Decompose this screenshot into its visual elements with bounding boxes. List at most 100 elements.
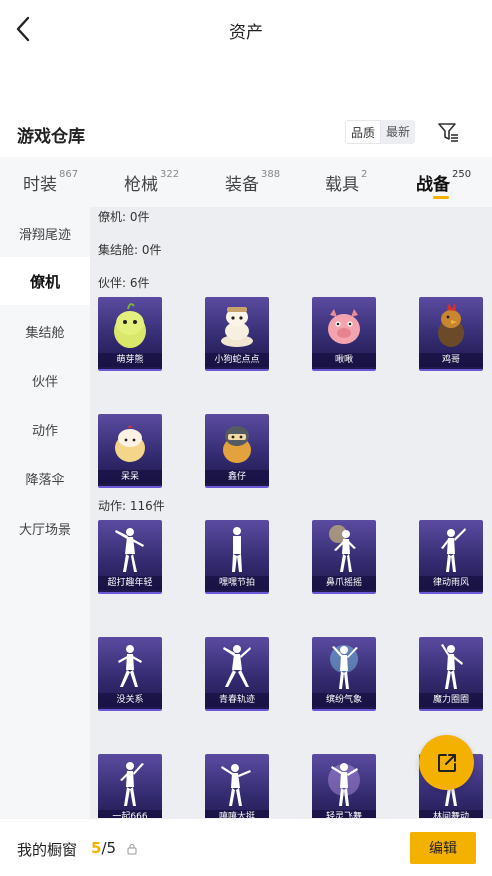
- sidebar-item-capsule[interactable]: 集结舱: [0, 307, 90, 355]
- tab-label: 装备: [225, 175, 259, 195]
- emote-card[interactable]: 嘿嘿节拍: [205, 520, 269, 594]
- emote-card[interactable]: 青春轨迹: [205, 637, 269, 711]
- tab-equipment[interactable]: 装备 388: [225, 157, 280, 207]
- card-name: 嘿嘿节拍: [205, 576, 269, 590]
- category-tabs: 时装 867 枪械 322 装备 388 载具 2 战备 250: [0, 157, 492, 207]
- filter-icon: [438, 123, 458, 142]
- emote-dance-art: [441, 528, 466, 572]
- partner-card[interactable]: 萌芽熊: [98, 297, 162, 371]
- item-grid-panel: 僚机: 0件 集结舱: 0件 伙伴: 6件 萌芽熊 小狗蛇点点 啾啾 鸡哥 呆呆…: [90, 207, 492, 818]
- card-name: 一起666: [98, 810, 162, 818]
- card-name: 青春轨迹: [205, 693, 269, 707]
- emote-card[interactable]: 缤纷气象: [312, 637, 376, 711]
- partner-card[interactable]: 小狗蛇点点: [205, 297, 269, 371]
- edit-button[interactable]: 编辑: [410, 832, 476, 864]
- showcase-label: 我的橱窗: [17, 841, 78, 859]
- card-name: 鑫仔: [205, 470, 269, 484]
- partner-chicken-art: [438, 303, 464, 347]
- tab-count: 2: [361, 169, 368, 180]
- lock-icon: [127, 844, 137, 855]
- card-name: 超打趣年轻: [98, 576, 162, 590]
- card-name: 啾啾: [312, 353, 376, 367]
- partner-card[interactable]: 鑫仔: [205, 414, 269, 488]
- card-name: 轻灵飞舞: [312, 810, 376, 818]
- card-name: 缤纷气象: [312, 693, 376, 707]
- tab-label: 枪械: [124, 175, 158, 195]
- sidebar-item-label: 滑翔尾迹: [18, 227, 71, 243]
- share-fab[interactable]: [419, 735, 474, 790]
- sidebar-item-label: 大厅场景: [18, 522, 71, 538]
- partner-knight-art: [223, 426, 251, 463]
- card-name: 嘻嘻大挺: [205, 810, 269, 818]
- partner-bear-art: [114, 303, 146, 348]
- sort-latest-option[interactable]: 最新: [381, 120, 416, 144]
- sidebar-item-label: 伙伴: [31, 374, 58, 390]
- tab-count: 388: [261, 169, 281, 180]
- partner-card[interactable]: 呆呆: [98, 414, 162, 488]
- sidebar-item-parachute[interactable]: 降落伞: [0, 454, 90, 502]
- tab-label: 战备: [416, 175, 450, 195]
- sidebar-item-emote[interactable]: 动作: [0, 405, 90, 453]
- emote-card[interactable]: 没关系: [98, 637, 162, 711]
- section-header: 游戏仓库 品质 最新: [0, 110, 492, 154]
- bottom-bar: 我的橱窗 5/5 编辑: [0, 818, 492, 876]
- group-label-emote: 动作: 116件: [98, 499, 165, 513]
- emote-card[interactable]: 鼻爪摇摇: [312, 520, 376, 594]
- partner-card[interactable]: 啾啾: [312, 297, 376, 371]
- showcase-current: 5: [91, 839, 102, 857]
- partner-card[interactable]: 鸡哥: [419, 297, 483, 371]
- tab-firearms[interactable]: 枪械 322: [124, 157, 179, 207]
- tab-fashion[interactable]: 时装 867: [23, 157, 78, 207]
- tab-label: 时装: [23, 175, 57, 195]
- showcase-count: 5/5: [91, 839, 116, 857]
- emote-dance-art: [223, 645, 251, 687]
- sidebar-item-glide-trail[interactable]: 滑翔尾迹: [0, 209, 90, 257]
- emote-dance-art: [441, 644, 463, 689]
- emote-card[interactable]: 超打趣年轻: [98, 520, 162, 594]
- card-name: 小狗蛇点点: [205, 353, 269, 367]
- tab-combat-gear[interactable]: 战备 250: [416, 157, 471, 207]
- showcase-total: /5: [101, 839, 117, 857]
- emote-card[interactable]: 一起666: [98, 754, 162, 818]
- emote-dance-art: [328, 763, 360, 806]
- active-tab-indicator: [433, 196, 449, 199]
- tab-count: 322: [160, 169, 180, 180]
- sidebar-item-label: 降落伞: [25, 472, 65, 488]
- tab-vehicles[interactable]: 载具 2: [325, 157, 367, 207]
- tab-label: 载具: [325, 175, 359, 195]
- top-bar: 资产: [0, 0, 492, 60]
- emote-dance-art: [120, 762, 144, 806]
- sort-quality-option[interactable]: 品质: [345, 120, 382, 144]
- partner-chick-art: [115, 425, 145, 462]
- sidebar: 滑翔尾迹 僚机 集结舱 伙伴 动作 降落伞 大厅场景: [0, 207, 90, 818]
- card-name: 林间舞动: [419, 810, 483, 818]
- emote-dance-art: [232, 527, 242, 572]
- emote-dance-art: [115, 528, 144, 572]
- sidebar-item-partner[interactable]: 伙伴: [0, 356, 90, 404]
- emote-card[interactable]: 魔力圈圈: [419, 637, 483, 711]
- page-title: 资产: [229, 23, 263, 43]
- sidebar-item-label: 僚机: [29, 272, 60, 291]
- emote-dance-art: [118, 645, 142, 687]
- sidebar-item-label: 动作: [31, 423, 58, 439]
- tab-count: 867: [59, 169, 79, 180]
- sort-toggle: 品质 最新: [345, 120, 416, 144]
- sidebar-item-lobby-scene[interactable]: 大厅场景: [0, 504, 90, 552]
- group-label-wingman: 僚机: 0件: [98, 210, 150, 224]
- group-label-capsule: 集结舱: 0件: [98, 243, 162, 257]
- emote-card[interactable]: 轻灵飞舞: [312, 754, 376, 818]
- card-name: 没关系: [98, 693, 162, 707]
- card-name: 鸡哥: [419, 353, 483, 367]
- card-name: 律动雨风: [419, 576, 483, 590]
- card-name: 鼻爪摇摇: [312, 576, 376, 590]
- group-label-partner: 伙伴: 6件: [98, 276, 150, 290]
- partner-snake-art: [221, 307, 253, 347]
- card-name: 萌芽熊: [98, 353, 162, 367]
- section-title: 游戏仓库: [17, 127, 85, 147]
- sidebar-item-wingman[interactable]: 僚机: [0, 257, 90, 305]
- emote-card[interactable]: 律动雨风: [419, 520, 483, 594]
- emote-dance-art: [329, 525, 356, 572]
- filter-button[interactable]: [436, 120, 460, 144]
- emote-card[interactable]: 嘻嘻大挺: [205, 754, 269, 818]
- emote-dance-art: [330, 645, 358, 689]
